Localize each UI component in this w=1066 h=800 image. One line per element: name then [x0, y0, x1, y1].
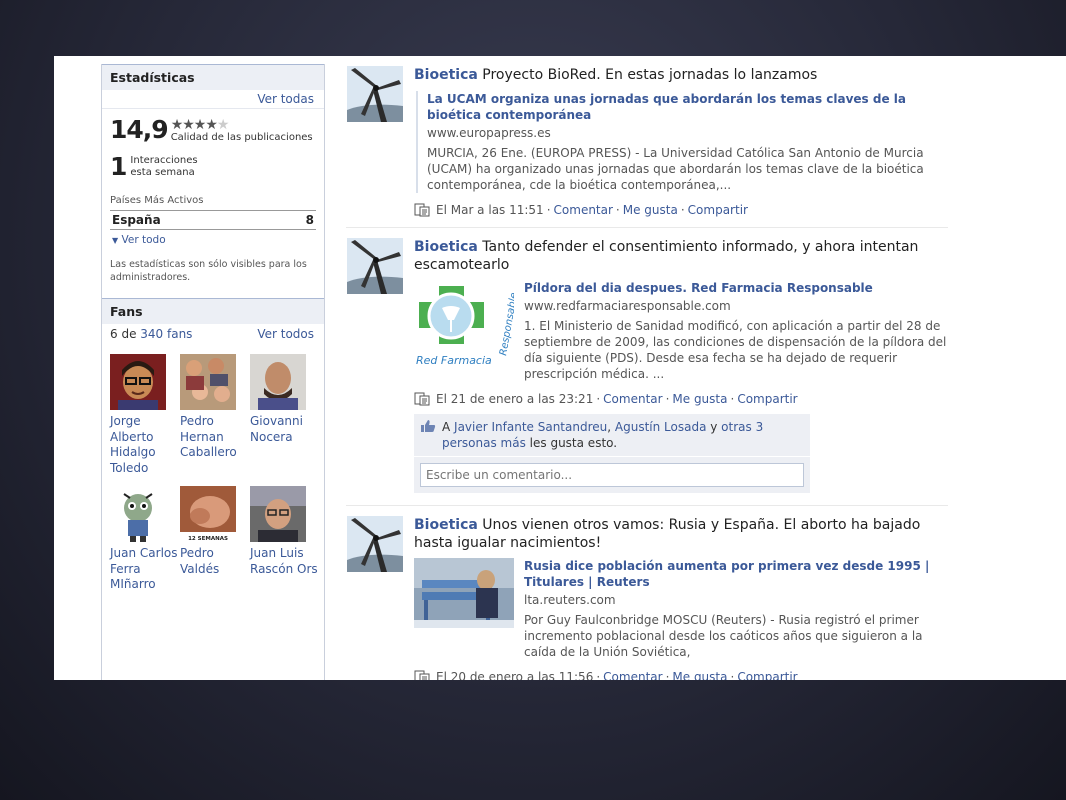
story-author-link[interactable]: Bioetica [414, 517, 478, 533]
attachment-title-link[interactable]: Píldora del dia despues. Red Farmacia Re… [524, 280, 948, 296]
feed-story: Bioetica Tanto defender el consentimient… [346, 228, 948, 506]
link-post-icon [414, 670, 430, 680]
story-headline: Bioetica Proyecto BioRed. En estas jorna… [414, 67, 818, 83]
fans-count-link[interactable]: 340 fans [140, 327, 192, 341]
fan-name[interactable]: Pedro Hernan Caballero [180, 414, 250, 461]
like-link[interactable]: Me gusta [623, 203, 678, 217]
page-avatar[interactable] [347, 66, 403, 122]
attachment-thumbnail[interactable]: Red Farmacia Responsable [414, 280, 520, 382]
country-row: España 8 [110, 210, 316, 230]
fan-name[interactable]: Giovanni Nocera [250, 414, 320, 445]
fan-card[interactable]: 12 SEMANAS Pedro Valdés [180, 486, 250, 593]
fan-card[interactable]: Juan Luis Rascón Ors [250, 486, 320, 593]
screenshot-panel: Estadísticas Ver todas 14,9 ★★★★★ Calida… [54, 56, 1066, 680]
comment-link[interactable]: Comentar [603, 392, 662, 406]
score-value: 14,9 [110, 115, 169, 144]
like-link[interactable]: Me gusta [672, 670, 727, 680]
admin-note: Las estadísticas son sólo visibles para … [110, 259, 307, 283]
likes-summary: A Javier Infante Santandreu, Agustín Los… [414, 414, 810, 456]
fan-card[interactable]: Jorge Alberto Hidalgo Toledo [110, 354, 180, 476]
fans-count-row: 6 de 340 fans Ver todos [110, 327, 314, 341]
fan-avatar[interactable] [250, 354, 306, 410]
interactions-label-1: Interacciones [130, 155, 198, 166]
country-value: 8 [305, 213, 314, 227]
link-post-icon [414, 203, 430, 217]
fan-card[interactable]: Juan Carlos Ferra MIñarro [110, 486, 180, 593]
interactions-count: 1 [110, 152, 128, 181]
attachment-description: MURCIA, 26 Ene. (EUROPA PRESS) - La Univ… [427, 146, 924, 192]
fans-grid: Jorge Alberto Hidalgo Toledo Pedro Herna… [102, 344, 324, 593]
star-rating-icon: ★★★★★ [170, 117, 230, 133]
story-attachment: Rusia dice población aumenta por primera… [414, 558, 948, 660]
story-meta: El 21 de enero a las 23:21 · Comentar · Me… [414, 392, 948, 410]
fans-header: Fans [102, 298, 324, 324]
svg-text:Red Farmacia: Red Farmacia [416, 354, 492, 367]
fan-avatar[interactable] [110, 486, 166, 542]
country-name: España [112, 213, 161, 227]
story-meta: El 20 de enero a las 11:56 · Comentar · Me… [414, 670, 948, 680]
share-link[interactable]: Compartir [688, 203, 748, 217]
attachment-description: Por Guy Faulconbridge MOSCU (Reuters) - … [524, 613, 923, 659]
fan-name[interactable]: Juan Luis Rascón Ors [250, 546, 320, 577]
page-avatar[interactable] [347, 238, 403, 294]
liker-link[interactable]: Agustín Losada [615, 420, 707, 434]
fan-name[interactable]: Pedro Valdés [180, 546, 250, 577]
share-link[interactable]: Compartir [737, 392, 797, 406]
interactions-label-2: esta semana [130, 167, 195, 178]
liker-link[interactable]: Javier Infante Santandreu [454, 420, 607, 434]
quality-score: 14,9 ★★★★★ Calidad de las publicaciones [102, 109, 324, 147]
fan-name[interactable]: Jorge Alberto Hidalgo Toledo [110, 414, 180, 476]
fan-card[interactable]: Giovanni Nocera [250, 354, 320, 476]
attachment-url: www.europapress.es [427, 126, 551, 140]
fan-name[interactable]: Juan Carlos Ferra MIñarro [110, 546, 180, 593]
attachment-description: 1. El Ministerio de Sanidad modificó, co… [524, 319, 947, 381]
fan-avatar[interactable] [250, 486, 306, 542]
story-time[interactable]: El 21 de enero a las 23:21 [436, 392, 593, 406]
triangle-down-icon: ▼ [112, 236, 119, 245]
thumbs-up-icon [421, 420, 436, 432]
fans-see-all-link[interactable]: Ver todos [257, 327, 314, 341]
page-avatar[interactable] [347, 516, 403, 572]
share-link[interactable]: Compartir [737, 670, 797, 680]
attachment-url: lta.reuters.com [524, 593, 616, 607]
fan-avatar[interactable] [110, 354, 166, 410]
story-author-link[interactable]: Bioetica [414, 67, 478, 83]
comment-link[interactable]: Comentar [554, 203, 613, 217]
score-label: Calidad de las publicaciones [170, 132, 313, 143]
left-sidebar: Estadísticas Ver todas 14,9 ★★★★★ Calida… [101, 64, 325, 680]
story-headline: Bioetica Tanto defender el consentimient… [414, 239, 919, 273]
story-meta: El Mar a las 11:51 · Comentar · Me gusta ·… [414, 203, 948, 225]
story-headline: Bioetica Unos vienen otros vamos: Rusia … [414, 517, 921, 551]
stats-header: Estadísticas [102, 64, 324, 90]
attachment-title-link[interactable]: La UCAM organiza unas jornadas que abord… [427, 91, 948, 123]
link-post-icon [414, 392, 430, 406]
comment-input[interactable] [420, 463, 804, 487]
feed-story: Bioetica Proyecto BioRed. En estas jorna… [346, 56, 948, 228]
attachment-thumbnail[interactable] [414, 558, 514, 660]
story-author-link[interactable]: Bioetica [414, 239, 478, 255]
countries-see-all-link[interactable]: ▼ Ver todo [102, 230, 324, 250]
fan-card[interactable]: Pedro Hernan Caballero [180, 354, 250, 476]
attachment-url: www.redfarmaciaresponsable.com [524, 299, 731, 313]
story-time[interactable]: El Mar a las 11:51 [436, 203, 544, 217]
interactions-stat: 1 Interacciones esta semana [102, 147, 324, 185]
story-attachment: Red Farmacia Responsable Píldora del dia… [414, 280, 948, 382]
svg-text:12 SEMANAS: 12 SEMANAS [188, 536, 228, 542]
fan-avatar[interactable] [180, 354, 236, 410]
story-time[interactable]: El 20 de enero a las 11:56 [436, 670, 593, 680]
fan-avatar[interactable]: 12 SEMANAS [180, 486, 236, 542]
attachment-title-link[interactable]: Rusia dice población aumenta por primera… [524, 558, 948, 590]
news-feed: Bioetica Proyecto BioRed. En estas jorna… [346, 56, 948, 680]
story-attachment: La UCAM organiza unas jornadas que abord… [416, 91, 948, 193]
like-link[interactable]: Me gusta [672, 392, 727, 406]
stats-see-all-link[interactable]: Ver todas [257, 92, 314, 106]
comment-box [414, 457, 810, 493]
countries-label: Países Más Activos [110, 195, 204, 206]
feed-story: Bioetica Unos vienen otros vamos: Rusia … [346, 506, 948, 680]
comment-link[interactable]: Comentar [603, 670, 662, 680]
